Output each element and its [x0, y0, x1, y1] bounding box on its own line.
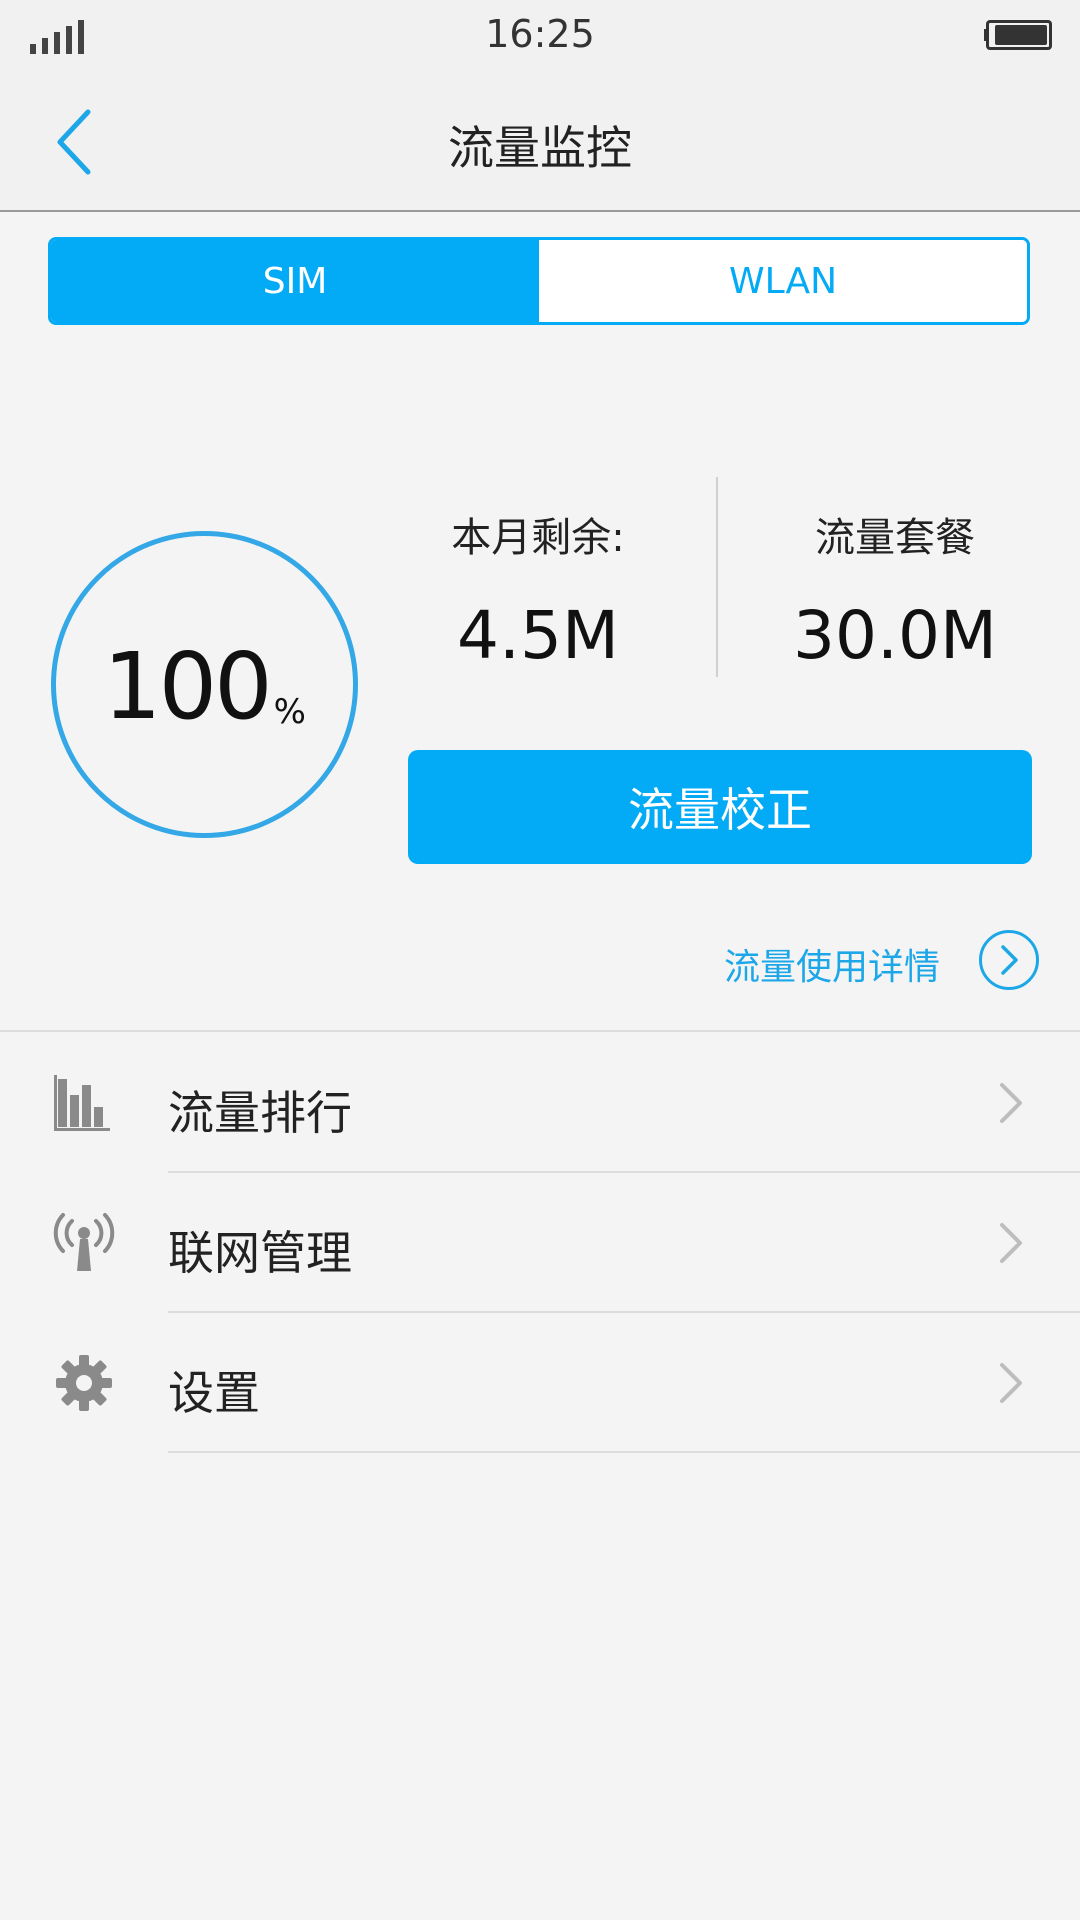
plan-label: 流量套餐 [815, 515, 975, 561]
status-time: 16:25 [485, 12, 595, 56]
tab-wlan[interactable]: WLAN [539, 240, 1027, 322]
remaining-value: 4.5M [457, 597, 619, 674]
status-bar: 16:25 [0, 0, 1080, 72]
chevron-right-icon [1000, 1223, 1022, 1263]
remaining-stat: 本月剩余: 4.5M [388, 505, 688, 674]
gear-icon [56, 1355, 112, 1411]
menu-item-traffic-ranking[interactable]: 流量排行 [0, 1033, 1080, 1173]
plan-value: 30.0M [793, 597, 997, 674]
plan-stat: 流量套餐 30.0M [745, 505, 1045, 674]
usage-percent: 100 [103, 633, 273, 740]
row-divider [168, 1451, 1080, 1453]
menu-item-label: 联网管理 [168, 1226, 352, 1280]
usage-ring: 100 % [51, 531, 358, 838]
calibrate-button[interactable]: 流量校正 [408, 750, 1032, 864]
usage-detail-link[interactable]: 流量使用详情 [724, 938, 940, 990]
tab-sim[interactable]: SIM [51, 240, 539, 322]
battery-icon [982, 20, 1052, 50]
chevron-right-icon [1000, 1363, 1022, 1403]
page-title: 流量监控 [448, 121, 632, 175]
menu-item-label: 流量排行 [168, 1086, 352, 1140]
usage-percent-unit: % [273, 691, 306, 732]
menu-item-settings[interactable]: 设置 [0, 1313, 1080, 1453]
chevron-right-icon [1000, 1083, 1022, 1123]
menu-item-network-management[interactable]: 联网管理 [0, 1173, 1080, 1313]
stat-divider [716, 477, 718, 677]
bar-chart-icon [54, 1075, 110, 1131]
menu-item-label: 设置 [168, 1366, 260, 1420]
antenna-icon [53, 1213, 115, 1271]
section-divider [0, 1030, 1080, 1032]
remaining-label: 本月剩余: [451, 515, 625, 561]
circle-chevron-right-icon[interactable] [978, 929, 1040, 991]
sim-wlan-tabs: SIM WLAN [48, 237, 1030, 325]
nav-bar: 流量监控 [0, 72, 1080, 212]
